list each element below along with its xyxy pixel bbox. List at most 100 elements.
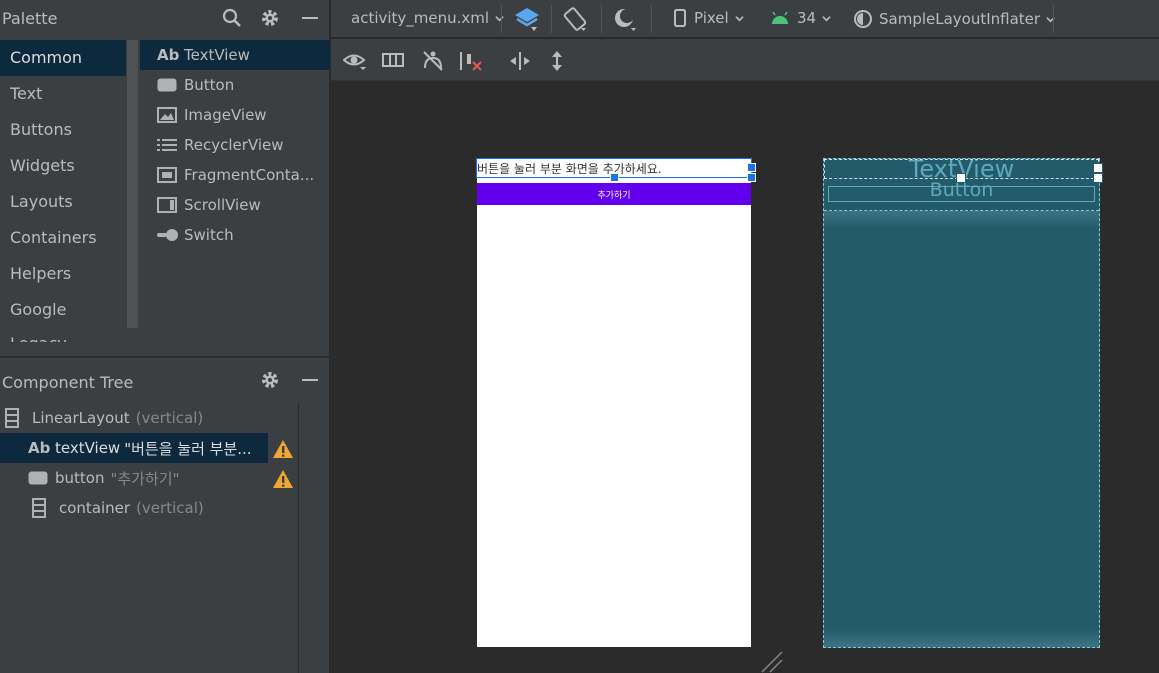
list-icon	[157, 137, 179, 153]
horizontal-guide-icon[interactable]	[509, 51, 531, 71]
warning-icon[interactable]	[272, 439, 294, 459]
palette-item-label: RecyclerView	[184, 136, 284, 154]
category-scrollbar[interactable]	[127, 40, 138, 328]
toolbar-divider	[651, 5, 652, 33]
chevron-down-icon	[822, 15, 831, 21]
layers-icon[interactable]	[513, 5, 541, 33]
chevron-down-icon	[735, 15, 744, 21]
canvas-resize-grip-icon[interactable]	[760, 650, 784, 673]
tree-item-linearlayout[interactable]: LinearLayout (vertical)	[0, 403, 298, 433]
tree-item-name: textView	[55, 439, 121, 457]
design-toolbar	[331, 39, 1159, 81]
design-button[interactable]: 추가하기	[477, 183, 751, 205]
gear-icon[interactable]	[258, 368, 282, 392]
toolbar-divider	[601, 5, 602, 33]
view-options-icon[interactable]	[343, 51, 367, 71]
resize-handle[interactable]	[1093, 163, 1103, 173]
chevron-down-icon	[495, 15, 504, 21]
palette-item-imageview[interactable]: ImageView	[140, 100, 330, 130]
file-selector[interactable]: activity_menu.xml	[351, 9, 504, 27]
vertical-resize-icon[interactable]	[549, 50, 565, 72]
component-tree-divider[interactable]	[298, 402, 299, 673]
minimize-icon[interactable]	[298, 368, 322, 392]
scroll-icon	[157, 197, 179, 213]
blueprint-button-label: Button	[929, 178, 994, 201]
palette-item-label: ImageView	[184, 106, 267, 124]
palette-item-label: Switch	[184, 226, 234, 244]
tree-item-detail: "버튼을 눌러 부분...	[124, 439, 252, 458]
tree-item-name: button	[55, 469, 105, 487]
theme-icon	[854, 10, 872, 28]
button-icon	[157, 77, 179, 93]
category-widgets[interactable]: Widgets	[0, 148, 126, 184]
textview-icon: Ab	[157, 46, 180, 64]
search-icon[interactable]	[220, 6, 244, 30]
autoconnect-off-icon[interactable]	[421, 50, 445, 72]
phone-icon	[674, 9, 686, 27]
blueprint-button[interactable]: Button	[824, 178, 1099, 211]
warning-icon[interactable]	[272, 469, 294, 489]
blueprint-bottom-edge	[824, 629, 1099, 647]
tree-item-detail: (vertical)	[136, 499, 204, 517]
linear-layout-icon	[32, 498, 54, 518]
blueprint-surface[interactable]: TextView Button	[823, 158, 1103, 648]
theme-name: SampleLayoutInflater	[879, 10, 1041, 28]
category-helpers[interactable]: Helpers	[0, 256, 126, 292]
category-common[interactable]: Common	[0, 40, 126, 76]
category-containers[interactable]: Containers	[0, 220, 126, 256]
resize-handle[interactable]	[747, 173, 756, 182]
tree-item-textview[interactable]: Ab textView "버튼을 눌러 부분...	[0, 433, 268, 463]
blueprint-container[interactable]	[824, 211, 1099, 228]
category-layouts[interactable]: Layouts	[0, 184, 126, 220]
design-surface[interactable]: 버튼을 눌러 부분 화면을 추가하세요. 추가하기	[476, 158, 756, 647]
device-selector[interactable]: Pixel	[674, 9, 744, 27]
android-studio-layout-editor: Palette Common Text Buttons Widgets Layo…	[0, 0, 1159, 673]
api-level: 34	[797, 9, 817, 27]
image-icon	[157, 107, 179, 123]
palette-category-list: Common Text Buttons Widgets Layouts Cont…	[0, 40, 126, 342]
toolbar-divider	[501, 5, 502, 33]
palette-item-label: ScrollView	[184, 196, 261, 214]
switch-icon	[157, 227, 179, 243]
textview-icon: Ab	[28, 439, 51, 457]
palette-item-scrollview[interactable]: ScrollView	[140, 190, 330, 220]
palette-item-textview[interactable]: Ab TextView	[140, 40, 330, 70]
resize-handle[interactable]	[747, 163, 756, 172]
clear-constraints-icon[interactable]	[459, 50, 485, 72]
tree-item-detail: "추가하기"	[110, 469, 180, 488]
category-text[interactable]: Text	[0, 76, 126, 112]
palette-item-switch[interactable]: Switch	[140, 220, 330, 250]
palette-item-label: FragmentConta...	[184, 166, 315, 184]
fragment-icon	[157, 167, 179, 183]
palette-item-button[interactable]: Button	[140, 70, 330, 100]
margins-icon[interactable]	[382, 52, 404, 68]
palette-panel: Palette Common Text Buttons Widgets Layo…	[0, 0, 330, 356]
button-icon	[28, 470, 50, 486]
palette-item-fragmentcontainer[interactable]: FragmentConta...	[140, 160, 330, 190]
night-mode-icon[interactable]	[611, 5, 639, 33]
minimize-icon[interactable]	[298, 6, 322, 30]
toolbar-divider	[551, 5, 552, 33]
theme-selector[interactable]: SampleLayoutInflater	[853, 9, 1055, 29]
category-google[interactable]: Google	[0, 292, 126, 328]
palette-title: Palette	[2, 9, 58, 28]
component-tree-title: Component Tree	[2, 373, 134, 392]
palette-item-label: Button	[184, 76, 235, 94]
palette-item-recyclerview[interactable]: RecyclerView	[140, 130, 330, 160]
api-level-selector[interactable]: 34	[771, 9, 831, 27]
orientation-icon[interactable]	[561, 5, 589, 33]
tree-item-name: container	[59, 499, 131, 517]
resize-handle[interactable]	[610, 173, 619, 182]
linear-layout-icon	[5, 408, 27, 428]
file-name: activity_menu.xml	[351, 9, 490, 27]
palette-widget-list: Ab TextView Button ImageView RecyclerVie…	[140, 40, 330, 250]
category-buttons[interactable]: Buttons	[0, 112, 126, 148]
category-legacy[interactable]: Legacy	[0, 328, 126, 342]
editor-toolbar: activity_menu.xml Pixel 34 SampleLayoutI…	[331, 0, 1159, 38]
palette-item-label: TextView	[184, 46, 250, 64]
tree-item-container[interactable]: container (vertical)	[0, 493, 266, 523]
toolbar-divider	[1053, 5, 1054, 33]
gear-icon[interactable]	[258, 6, 282, 30]
tree-item-detail: (vertical)	[135, 409, 204, 427]
tree-item-button[interactable]: button "추가하기"	[0, 463, 268, 493]
